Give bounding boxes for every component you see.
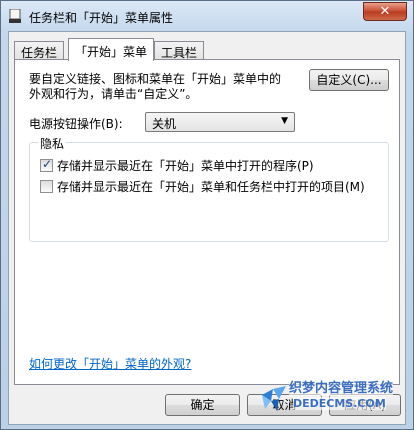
store-recent-programs-option[interactable]: ✓ 存储并显示最近在「开始」菜单中打开的程序(P): [40, 157, 314, 174]
customize-description-line2: 外观和行为，请单击“自定义”。: [29, 87, 198, 101]
power-button-label: 电源按钮操作(B):: [29, 117, 123, 131]
customize-description: 要自定义链接、图标和菜单在「开始」菜单中的 外观和行为，请单击“自定义”。: [29, 72, 299, 102]
store-recent-items-checkbox[interactable]: [40, 180, 53, 193]
power-button-select[interactable]: 关机 ▼: [145, 112, 295, 132]
watermark-domain: DEDECMS.COM: [293, 397, 386, 410]
checkmark-icon: ✓: [42, 157, 53, 171]
store-recent-programs-checkbox[interactable]: ✓: [40, 157, 53, 172]
store-recent-items-option[interactable]: 存储并显示最近在「开始」菜单和任务栏中打开的项目(M): [40, 178, 365, 195]
power-button-value: 关机: [152, 117, 177, 131]
chevron-down-icon: ▼: [281, 116, 288, 126]
taskbar-app-icon: [9, 9, 21, 23]
customize-button[interactable]: 自定义(C)...: [309, 69, 389, 91]
site-logo-icon: [262, 386, 286, 411]
privacy-group: 隐私 ✓ 存储并显示最近在「开始」菜单中打开的程序(P) 存储并显示最近在「开始」…: [29, 135, 389, 242]
tab-start-menu[interactable]: 「开始」菜单: [68, 38, 155, 61]
start-menu-panel: 要自定义链接、图标和菜单在「开始」菜单中的 外观和行为，请单击“自定义”。 自定…: [14, 59, 400, 385]
watermark-title: 织梦内容管理系统: [289, 377, 394, 396]
store-recent-items-label: 存储并显示最近在「开始」菜单和任务栏中打开的项目(M): [57, 180, 365, 194]
tab-taskbar[interactable]: 任务栏: [14, 41, 65, 60]
ok-button[interactable]: 确定: [165, 394, 240, 416]
dialog-client-area: 任务栏 「开始」菜单 工具栏 要自定义链接、图标和菜单在「开始」菜单中的 外观和…: [8, 31, 406, 425]
window-title: 任务栏和「开始」菜单属性: [29, 11, 174, 25]
customize-description-line1: 要自定义链接、图标和菜单在「开始」菜单中的: [29, 72, 282, 86]
close-button[interactable]: ✕: [363, 2, 407, 21]
title-bar[interactable]: 任务栏和「开始」菜单属性 ✕: [1, 1, 413, 31]
site-watermark: 织梦内容管理系统 DEDECMS.COM: [259, 377, 409, 427]
privacy-group-title: 隐私: [38, 135, 67, 152]
tab-toolbars[interactable]: 工具栏: [154, 41, 205, 60]
help-link[interactable]: 如何更改「开始」菜单的外观?: [29, 355, 191, 372]
store-recent-programs-label: 存储并显示最近在「开始」菜单中打开的程序(P): [57, 159, 314, 173]
properties-window: 任务栏和「开始」菜单属性 ✕ 任务栏 「开始」菜单 工具栏 要自定义链接、图标和…: [0, 0, 414, 430]
